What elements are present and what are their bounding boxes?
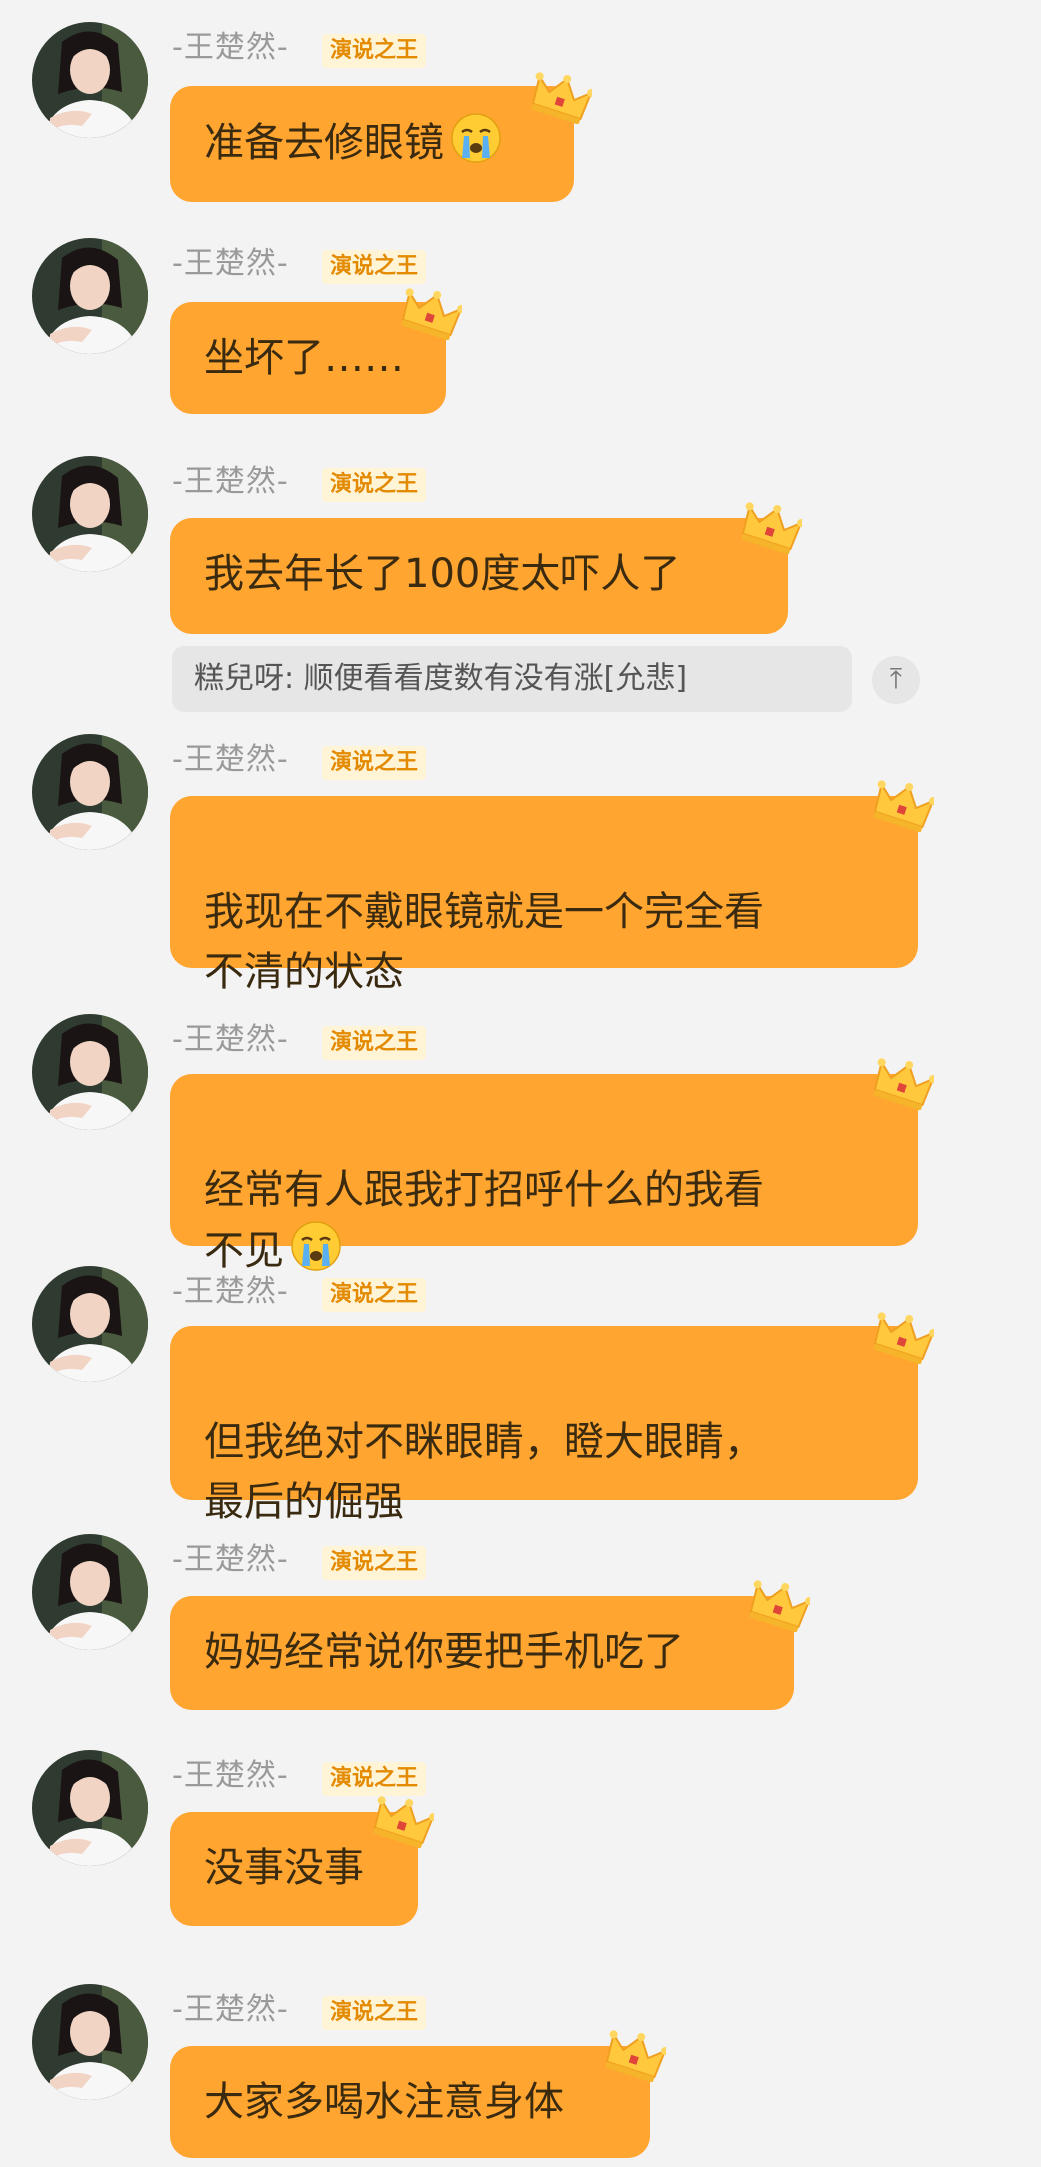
sender-name[interactable]: -王楚然- [172, 1990, 289, 2030]
sender-name[interactable]: -王楚然- [172, 28, 289, 68]
quoted-reply[interactable]: 糕兒呀: 顺便看看度数有没有涨[允悲] [172, 646, 852, 712]
title-badge: 演说之王 [322, 1278, 427, 1312]
message-text: 我去年长了100度太吓人了 [204, 551, 681, 597]
sender-name[interactable]: -王楚然- [172, 1540, 289, 1580]
title-badge: 演说之王 [322, 1546, 427, 1580]
sender-name[interactable]: -王楚然- [172, 1020, 289, 1060]
crown-icon [740, 502, 806, 555]
crown-icon [748, 1580, 814, 1633]
title-badge: 演说之王 [322, 746, 427, 780]
avatar[interactable] [32, 1984, 148, 2100]
crown-icon [604, 2030, 670, 2083]
message-text: 妈妈经常说你要把手机吃了 [204, 1629, 684, 1675]
avatar[interactable] [32, 1750, 148, 1866]
title-badge: 演说之王 [322, 34, 427, 68]
crown-icon [872, 1058, 938, 1111]
sender-name[interactable]: -王楚然- [172, 462, 289, 502]
message-bubble[interactable]: 但我绝对不眯眼睛，瞪大眼睛， 最后的倔强 [170, 1326, 918, 1525]
avatar[interactable] [32, 1266, 148, 1382]
message-bubble[interactable]: 妈妈经常说你要把手机吃了 [170, 1596, 794, 1710]
crown-icon [872, 1312, 938, 1365]
crying-face-icon [450, 112, 502, 164]
title-badge: 演说之王 [322, 468, 427, 502]
message-text: 经常有人跟我打招呼什么的我看 不见 [204, 1167, 764, 1274]
crown-icon [530, 72, 596, 125]
sender-name[interactable]: -王楚然- [172, 740, 289, 780]
message-bubble[interactable]: 准备去修眼镜 [170, 86, 574, 202]
sender-name[interactable]: -王楚然- [172, 1756, 289, 1796]
message-text: 坐坏了…… [204, 335, 404, 381]
title-badge: 演说之王 [322, 1762, 427, 1796]
title-badge: 演说之王 [322, 250, 427, 284]
message-text: 没事没事 [204, 1845, 364, 1891]
crown-icon [872, 780, 938, 833]
quoted-reply-text: 糕兒呀: 顺便看看度数有没有涨[允悲] [194, 661, 688, 696]
avatar[interactable] [32, 734, 148, 850]
message-text: 我现在不戴眼镜就是一个完全看 不清的状态 [204, 889, 764, 995]
sender-name[interactable]: -王楚然- [172, 1272, 289, 1312]
avatar[interactable] [32, 1014, 148, 1130]
crown-icon [372, 1796, 438, 1849]
avatar[interactable] [32, 456, 148, 572]
crying-face-icon [290, 1220, 342, 1272]
message-bubble[interactable]: 大家多喝水注意身体 [170, 2046, 650, 2158]
crown-icon [400, 288, 466, 341]
message-text: 大家多喝水注意身体 [204, 2079, 564, 2125]
arrow-up-icon[interactable]: ⤒ [872, 656, 920, 704]
message-bubble[interactable]: 经常有人跟我打招呼什么的我看 不见 [170, 1074, 918, 1274]
avatar[interactable] [32, 22, 148, 138]
avatar[interactable] [32, 1534, 148, 1650]
message-bubble[interactable]: 我现在不戴眼镜就是一个完全看 不清的状态 [170, 796, 918, 995]
title-badge: 演说之王 [322, 1026, 427, 1060]
sender-name[interactable]: -王楚然- [172, 244, 289, 284]
message-text: 但我绝对不眯眼睛，瞪大眼睛， 最后的倔强 [204, 1419, 764, 1525]
message-bubble[interactable]: 我去年长了100度太吓人了 [170, 518, 788, 634]
title-badge: 演说之王 [322, 1996, 427, 2030]
message-text: 准备去修眼镜 [204, 120, 444, 166]
avatar[interactable] [32, 238, 148, 354]
